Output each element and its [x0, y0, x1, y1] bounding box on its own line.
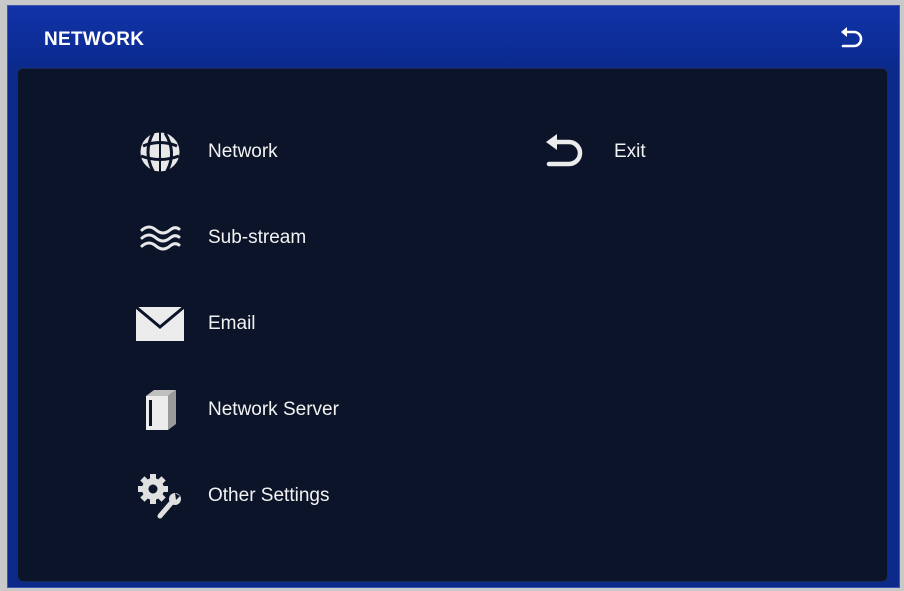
- waves-icon: [134, 213, 186, 263]
- back-arrow-icon: [538, 127, 590, 177]
- globe-icon: [134, 127, 186, 177]
- menu-item-network-server[interactable]: Network Server: [134, 385, 339, 435]
- title-back-button[interactable]: [837, 26, 865, 52]
- network-window: NETWORK Network Sub-stream Email Network…: [7, 5, 900, 588]
- menu-item-label: Email: [208, 313, 256, 334]
- back-arrow-icon: [841, 27, 863, 48]
- title-bar: NETWORK: [8, 6, 899, 66]
- menu-item-email[interactable]: Email: [134, 299, 256, 349]
- gear-wrench-icon: [134, 471, 186, 521]
- menu-item-label: Network Server: [208, 399, 339, 420]
- menu-item-other-settings[interactable]: Other Settings: [134, 471, 329, 521]
- window-title: NETWORK: [44, 29, 145, 50]
- menu-item-label: Other Settings: [208, 485, 330, 506]
- envelope-icon: [134, 299, 186, 349]
- server-icon: [134, 385, 186, 435]
- menu-item-label: Network: [208, 141, 278, 162]
- menu-item-exit[interactable]: Exit: [538, 127, 646, 177]
- menu-item-sub-stream[interactable]: Sub-stream: [134, 213, 306, 263]
- exit-label: Exit: [614, 141, 646, 162]
- menu-item-network[interactable]: Network: [134, 127, 278, 177]
- menu-item-label: Sub-stream: [208, 227, 307, 248]
- menu-panel: Network Sub-stream Email Network Server …: [17, 68, 888, 582]
